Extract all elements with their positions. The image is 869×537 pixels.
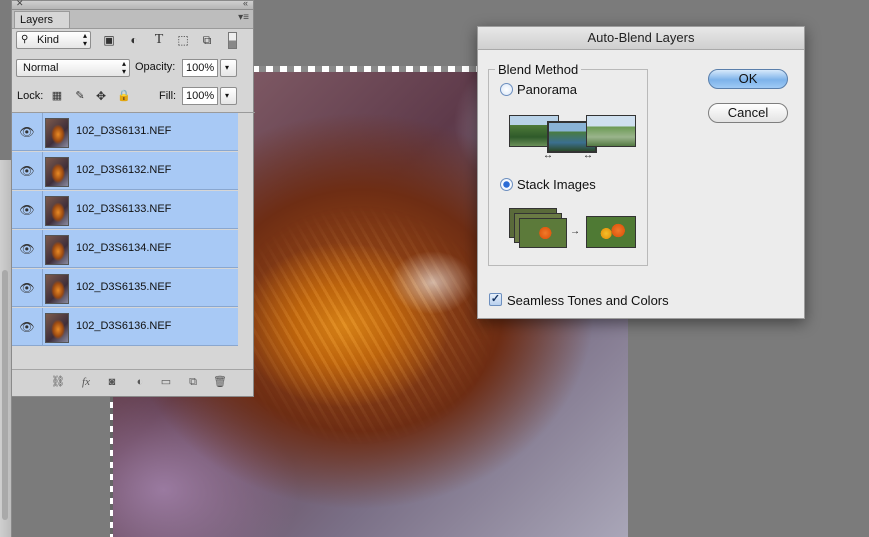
add-mask-icon[interactable]: ◙	[104, 375, 120, 389]
search-icon: ⚲	[21, 34, 29, 45]
layer-row[interactable]: 👁 102_D3S6134.NEF	[12, 230, 238, 268]
opacity-label: Opacity:	[135, 61, 176, 73]
layer-name: 102_D3S6133.NEF	[76, 203, 172, 215]
layers-panel: ✕ « Layers ▾≡ ⚲ Kind ▴ ▾ ▣ ◐ T ⬚ ⧉ Normal…	[11, 0, 255, 397]
layer-row[interactable]: 👁 102_D3S6132.NEF	[12, 152, 238, 190]
layer-row[interactable]: 👁 102_D3S6133.NEF	[12, 191, 238, 229]
stack-images-radio[interactable]	[500, 178, 513, 191]
panel-titlebar[interactable]: ✕ «	[12, 0, 253, 10]
layer-row[interactable]: 👁 102_D3S6136.NEF	[12, 308, 238, 346]
visibility-eye-icon[interactable]: 👁	[12, 308, 43, 346]
type-filter-icon[interactable]: T	[152, 33, 166, 47]
opacity-field[interactable]: 100%	[182, 59, 218, 77]
dialog-title[interactable]: Auto-Blend Layers	[478, 27, 804, 50]
stack-images-label[interactable]: Stack Images	[517, 177, 596, 192]
kind-filter-label: Kind	[37, 34, 60, 46]
fx-icon[interactable]: fx	[78, 375, 94, 389]
visibility-eye-icon[interactable]: 👁	[12, 113, 43, 151]
smart-object-filter-icon[interactable]: ⧉	[200, 33, 214, 47]
layer-thumbnail	[45, 118, 69, 148]
collapse-icon[interactable]: «	[243, 0, 248, 8]
chevron-down-icon: ▾	[225, 63, 230, 72]
layers-panel-footer: ⛓ fx ◙ ◐ ▭ ⧉ 🗑	[12, 369, 253, 396]
opacity-dropdown[interactable]: ▾	[220, 59, 237, 77]
visibility-eye-icon[interactable]: 👁	[12, 230, 43, 268]
seamless-tones-checkbox[interactable]: ✓	[489, 293, 502, 306]
ok-button[interactable]: OK	[708, 69, 788, 89]
new-group-icon[interactable]: ▭	[158, 375, 174, 389]
layer-thumbnail	[45, 157, 69, 187]
layer-row[interactable]: 👁 102_D3S6131.NEF	[12, 113, 238, 151]
shape-filter-icon[interactable]: ⬚	[176, 33, 190, 47]
blend-mode-value: Normal	[23, 62, 59, 74]
lock-move-icon[interactable]: ✥	[94, 89, 108, 103]
panel-menu-icon[interactable]: ▾≡	[238, 12, 249, 23]
fill-dropdown[interactable]: ▾	[220, 87, 237, 105]
layers-list: 👁 102_D3S6131.NEF 👁 102_D3S6132.NEF 👁 10…	[12, 112, 255, 348]
layer-name: 102_D3S6134.NEF	[76, 242, 172, 254]
visibility-eye-icon[interactable]: 👁	[12, 191, 43, 229]
cancel-button[interactable]: Cancel	[708, 103, 788, 123]
auto-blend-dialog: Auto-Blend Layers Blend Method Panorama …	[477, 26, 805, 319]
panorama-label[interactable]: Panorama	[517, 82, 577, 97]
layer-thumbnail	[45, 235, 69, 265]
stack-images-illustration: →	[509, 208, 636, 254]
layer-thumbnail	[45, 274, 69, 304]
layer-thumbnail	[45, 313, 69, 343]
dock-scrollbar[interactable]	[2, 270, 8, 520]
tab-layers[interactable]: Layers	[14, 11, 70, 28]
blend-method-title: Blend Method	[495, 62, 582, 77]
visibility-eye-icon[interactable]: 👁	[12, 269, 43, 307]
chevron-down-icon: ▾	[225, 91, 230, 100]
new-layer-icon[interactable]: ⧉	[185, 375, 201, 389]
stepper-icon: ▴ ▾	[82, 31, 87, 48]
panorama-illustration: ↔ ↔	[509, 113, 636, 163]
panel-tabbar: Layers ▾≡	[12, 10, 253, 29]
lock-transparency-icon[interactable]: ▦	[50, 89, 64, 103]
link-layers-icon[interactable]: ⛓	[50, 375, 66, 389]
new-adjustment-icon[interactable]: ◐	[132, 375, 148, 389]
layer-name: 102_D3S6131.NEF	[76, 125, 172, 137]
delete-layer-icon[interactable]: 🗑	[212, 375, 228, 389]
layer-name: 102_D3S6135.NEF	[76, 281, 172, 293]
filter-toggle[interactable]	[228, 32, 237, 49]
blend-mode-select[interactable]: Normal ▴ ▾	[16, 59, 130, 77]
kind-filter-select[interactable]: ⚲ Kind ▴ ▾	[16, 31, 91, 49]
layer-name: 102_D3S6132.NEF	[76, 164, 172, 176]
close-icon[interactable]: ✕	[16, 0, 24, 9]
fill-value: 100%	[186, 90, 215, 102]
layer-name: 102_D3S6136.NEF	[76, 320, 172, 332]
layer-row[interactable]: 👁 102_D3S6135.NEF	[12, 269, 238, 307]
opacity-value: 100%	[186, 62, 215, 74]
fill-label: Fill:	[159, 90, 177, 102]
lock-all-icon[interactable]: 🔒	[117, 89, 131, 103]
lock-paint-icon[interactable]: ✎	[73, 89, 87, 103]
fill-field[interactable]: 100%	[182, 87, 218, 105]
panorama-radio[interactable]	[500, 83, 513, 96]
visibility-eye-icon[interactable]: 👁	[12, 152, 43, 190]
layer-thumbnail	[45, 196, 69, 226]
image-filter-icon[interactable]: ▣	[102, 33, 116, 47]
adjustment-filter-icon[interactable]: ◐	[127, 33, 141, 47]
seamless-tones-label[interactable]: Seamless Tones and Colors	[507, 293, 669, 308]
stepper-icon: ▴ ▾	[121, 59, 126, 76]
lock-label: Lock:	[17, 90, 44, 102]
